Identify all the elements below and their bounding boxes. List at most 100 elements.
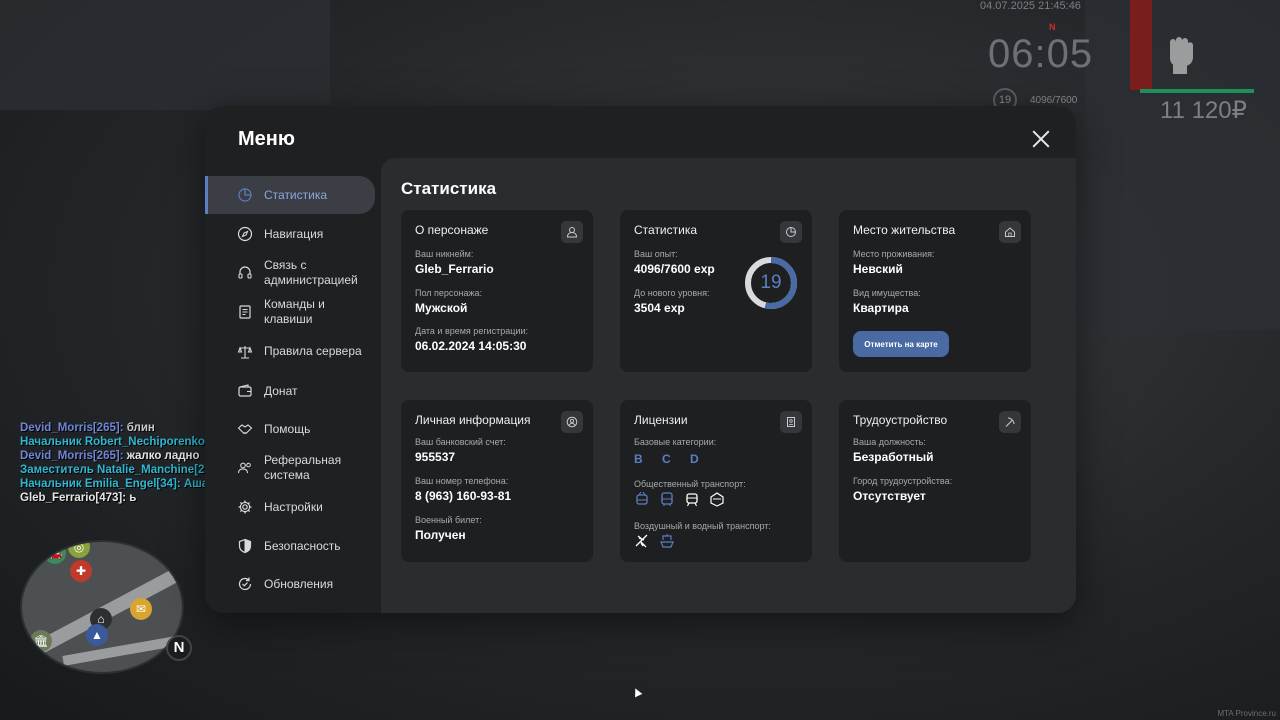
residence-card: Место жительства Место проживания: Невск… bbox=[839, 210, 1031, 372]
sidebar-item-label: Помощь bbox=[264, 422, 311, 436]
sidebar: Статистика Навигация Связь с администрацие… bbox=[205, 176, 381, 604]
registration-label: Дата и время регистрации: bbox=[415, 326, 528, 336]
page-title: Статистика bbox=[401, 179, 497, 198]
sidebar-item-label: Настройки bbox=[264, 500, 323, 514]
mark-on-map-button[interactable]: Отметить на карте bbox=[853, 331, 949, 357]
sidebar-item-label: Донат bbox=[264, 383, 298, 398]
shield-icon bbox=[237, 538, 253, 554]
hud-money: 11 120₽ bbox=[1160, 97, 1247, 124]
plane-icon bbox=[634, 533, 652, 551]
fist-icon bbox=[1164, 34, 1196, 74]
sidebar-item-4[interactable]: Правила сервера bbox=[205, 332, 381, 371]
sidebar-item-label: Команды и клавиши bbox=[264, 297, 325, 326]
home-icon bbox=[999, 221, 1021, 243]
card-title: Статистика bbox=[634, 223, 698, 237]
air-water-transport-label: Воздушный и водный транспорт: bbox=[634, 521, 771, 531]
hud-exp: 4096/7600 bbox=[1030, 95, 1078, 106]
chat-nick: Начальник Robert_Nechiporenko[197]: bbox=[20, 436, 236, 448]
handshake-icon bbox=[237, 421, 253, 437]
base-categories-label: Базовые категории: bbox=[634, 437, 717, 447]
sidebar-item-6[interactable]: Помощь bbox=[205, 410, 381, 448]
minimap-hospital-icon: ✚ bbox=[70, 560, 92, 582]
card-title: Трудоустройство bbox=[853, 413, 948, 427]
phone-label: Ваш номер телефона: bbox=[415, 476, 509, 486]
background-red-pillar bbox=[1130, 0, 1152, 90]
sidebar-item-10[interactable]: Обновления bbox=[205, 565, 381, 603]
sidebar-item-label: Обновления bbox=[264, 577, 334, 591]
sidebar-item-2[interactable]: Связь с администрацией bbox=[205, 253, 381, 292]
minimap-car-icon: 🚗 bbox=[44, 542, 66, 564]
metro-icon bbox=[709, 491, 727, 509]
refresh-check-icon bbox=[237, 576, 253, 592]
place-label: Место проживания: bbox=[853, 249, 935, 259]
work-city-value: Отсутствует bbox=[853, 489, 926, 503]
licenses-card: Лицензии Базовые категории: B C D Общест… bbox=[620, 400, 812, 562]
wallet-icon bbox=[237, 383, 253, 399]
pie-chart-icon bbox=[780, 221, 802, 243]
minimap: ✚ ◎ 🚗 ✉ ⌂ 🏛 ▲ bbox=[20, 540, 184, 674]
position-label: Ваша должность: bbox=[853, 437, 926, 447]
id-card-icon bbox=[780, 411, 802, 433]
sidebar-item-label: Связь с администрацией bbox=[264, 257, 358, 287]
chat-nick: Начальник Emilia_Engel[34]: bbox=[20, 478, 181, 490]
headset-icon bbox=[237, 265, 253, 281]
nickname-value: Gleb_Ferrario bbox=[415, 262, 494, 276]
sidebar-item-3[interactable]: Команды и клавиши bbox=[205, 293, 381, 332]
bus-icon bbox=[659, 491, 677, 509]
chat-nick: Gleb_Ferrario[473]: bbox=[20, 492, 127, 504]
sidebar-item-label: Навигация bbox=[264, 226, 324, 241]
public-transport-label: Общественный транспорт: bbox=[634, 479, 746, 489]
place-value: Невский bbox=[853, 262, 903, 276]
card-title: Место жительства bbox=[853, 223, 956, 237]
sidebar-item-label: Безопасность bbox=[264, 538, 341, 553]
sidebar-item-1[interactable]: Навигация bbox=[205, 215, 381, 253]
stats-card: Статистика Ваш опыт: 4096/7600 exp До но… bbox=[620, 210, 812, 372]
stats-content: Статистика О персонаже Ваш никнейм: Gleb… bbox=[381, 158, 1076, 613]
minimap-player-icon: ▲ bbox=[86, 624, 108, 646]
public-transport-icons bbox=[634, 491, 727, 509]
chat-nick: Заместитель Natalie_Manchine[291]: bbox=[20, 464, 225, 476]
sidebar-item-7[interactable]: Реферальная система bbox=[205, 449, 381, 488]
chat-message: ь bbox=[126, 492, 137, 504]
minimap-bank-icon: 🏛 bbox=[30, 630, 52, 652]
personal-card: Личная информация Ваш банковский счет: 9… bbox=[401, 400, 593, 562]
minimap-target-icon: ◎ bbox=[68, 542, 90, 558]
sidebar-item-label: Реферальная система bbox=[264, 453, 342, 482]
nickname-label: Ваш никнейм: bbox=[415, 249, 474, 259]
sidebar-item-9[interactable]: Безопасность bbox=[205, 527, 381, 565]
sidebar-item-5[interactable]: Донат bbox=[205, 372, 381, 410]
property-value: Квартира bbox=[853, 301, 909, 315]
sidebar-item-label: Статистика bbox=[264, 188, 328, 202]
watermark: MTA Province.ru bbox=[1217, 709, 1276, 718]
minimap-north-icon: N bbox=[166, 635, 192, 661]
chat-message: блин bbox=[123, 422, 155, 434]
menu-title: Меню bbox=[238, 128, 295, 150]
hud-datetime: 04.07.2025 21:45:46 bbox=[980, 0, 1081, 12]
air-water-transport-icons bbox=[634, 533, 677, 551]
hud-compass-n: N bbox=[1049, 22, 1056, 32]
next-level-label: До нового уровня: bbox=[634, 288, 710, 298]
scales-icon bbox=[237, 344, 253, 360]
compass-icon bbox=[237, 226, 253, 242]
card-title: О персонаже bbox=[415, 223, 489, 237]
gear-icon bbox=[237, 499, 253, 515]
chat-message: жалко ладно bbox=[123, 450, 200, 462]
military-label: Военный билет: bbox=[415, 515, 482, 525]
mouse-cursor bbox=[631, 686, 643, 698]
trolleybus-icon bbox=[634, 491, 652, 509]
menu-window: Меню Статистика Навигация Связь с админист… bbox=[205, 106, 1076, 613]
exp-label: Ваш опыт: bbox=[634, 249, 678, 259]
close-icon[interactable] bbox=[1030, 128, 1052, 150]
sidebar-item-0[interactable]: Статистика bbox=[205, 176, 375, 214]
military-value: Получен bbox=[415, 528, 466, 542]
next-level-value: 3504 exp bbox=[634, 301, 685, 315]
sidebar-item-8[interactable]: Настройки bbox=[205, 488, 381, 526]
bank-label: Ваш банковский счет: bbox=[415, 437, 506, 447]
card-title: Личная информация bbox=[415, 413, 531, 427]
work-city-label: Город трудоустройства: bbox=[853, 476, 953, 486]
users-icon bbox=[237, 460, 253, 476]
employment-card: Трудоустройство Ваша должность: Безработ… bbox=[839, 400, 1031, 562]
level-number: 19 bbox=[760, 272, 782, 293]
phone-value: 8 (963) 160-93-81 bbox=[415, 489, 512, 503]
bank-value: 955537 bbox=[415, 450, 456, 464]
